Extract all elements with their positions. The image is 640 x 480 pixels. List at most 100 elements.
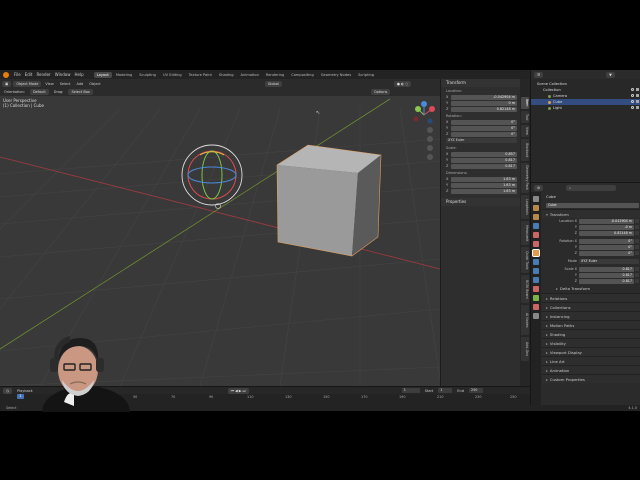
instancing-section-header[interactable]: Instancing: [542, 311, 640, 320]
tab-compositing[interactable]: Compositing: [288, 72, 317, 78]
transform-space-selector[interactable]: Global: [264, 80, 282, 87]
camera-render-icon[interactable]: [636, 88, 639, 91]
view-layer-tab-icon[interactable]: [533, 223, 539, 229]
cube-object[interactable]: [276, 144, 382, 257]
timeline-editor-type-button[interactable]: ◷: [3, 387, 13, 394]
data-tab-icon[interactable]: [533, 295, 539, 301]
properties-search-input[interactable]: ⌕: [566, 184, 617, 191]
tab-animation[interactable]: Animation: [238, 72, 262, 78]
start-frame-field[interactable]: 1: [438, 388, 453, 393]
frame-cursor[interactable]: 1: [17, 394, 24, 399]
outliner-filter-button[interactable]: ▼: [606, 71, 615, 78]
dimensions-z-field[interactable]: 1.63 m: [451, 188, 517, 194]
delta-transform-header[interactable]: Delta Transform: [542, 284, 640, 293]
eye-icon[interactable]: [631, 100, 634, 103]
lock-icon[interactable]: [635, 279, 639, 283]
world-tab-icon[interactable]: [533, 241, 539, 247]
prop-rotation-z-field[interactable]: 0°: [579, 250, 634, 256]
prop-scale-x-field[interactable]: 0.817: [579, 266, 634, 272]
tab-shading[interactable]: Shading: [216, 72, 237, 78]
prop-scale-y-field[interactable]: 0.817: [579, 272, 634, 278]
mode-selector[interactable]: Object Mode: [13, 80, 42, 87]
sidebar-tab-bgri-board[interactable]: BGRI Board: [521, 275, 529, 303]
current-frame-field[interactable]: 1: [401, 388, 420, 393]
prop-scale-z-field[interactable]: 0.817: [579, 278, 634, 284]
sidebar-tab-ai-nodes[interactable]: AI Nodes: [521, 305, 529, 335]
sidebar-tab-view[interactable]: View: [521, 125, 529, 137]
rotation-mode-dropdown[interactable]: XYZ Euler: [446, 138, 517, 143]
relations-section-header[interactable]: Relations: [542, 293, 640, 302]
viewport-menu-add[interactable]: Add: [75, 82, 86, 86]
render-tab-icon[interactable]: [533, 205, 539, 211]
visibility-section-header[interactable]: Visibility: [542, 338, 640, 347]
animation-section-header[interactable]: Animation: [542, 365, 640, 374]
motion-paths-section-header[interactable]: Motion Paths: [542, 320, 640, 329]
location-z-field[interactable]: 0.82148 m: [451, 106, 517, 112]
shading-section-header[interactable]: Shading: [542, 329, 640, 338]
menu-edit[interactable]: Edit: [23, 72, 35, 77]
line-art-section-header[interactable]: Line Art: [542, 356, 640, 365]
collections-section-header[interactable]: Collections: [542, 302, 640, 311]
viewport-menu-view[interactable]: View: [43, 82, 55, 86]
menu-help[interactable]: Help: [72, 72, 85, 77]
texture-tab-icon[interactable]: [533, 313, 539, 319]
tab-scripting[interactable]: Scripting: [355, 72, 377, 78]
menu-render[interactable]: Render: [34, 72, 52, 77]
tab-geometry-nodes[interactable]: Geometry Nodes: [318, 72, 354, 78]
outliner-editor-type-button[interactable]: ☰: [534, 71, 544, 78]
rotation-z-field[interactable]: 0°: [451, 131, 517, 137]
rotation-y-field[interactable]: 0°: [451, 125, 517, 131]
eye-icon[interactable]: [631, 88, 634, 91]
prop-location-y-field[interactable]: -0 m: [579, 224, 634, 230]
custom-properties-section-header[interactable]: Custom Properties: [542, 374, 640, 383]
dimensions-x-field[interactable]: 1.63 m: [451, 176, 517, 182]
scene-tab-icon[interactable]: [533, 232, 539, 238]
viewport-shading-buttons[interactable]: ● ◐ ○: [393, 80, 412, 87]
outliner-row-light[interactable]: Light: [531, 105, 640, 111]
end-frame-field[interactable]: 250: [468, 388, 483, 393]
prop-location-x-field[interactable]: -0.042904 m: [579, 218, 634, 224]
constraints-tab-icon[interactable]: [533, 286, 539, 292]
tab-modeling[interactable]: Modeling: [113, 72, 135, 78]
navigation-gizmo[interactable]: [413, 101, 436, 124]
sidebar-tab-looptools[interactable]: Looptools: [521, 195, 529, 219]
location-x-field[interactable]: -0.042904 m: [451, 94, 517, 100]
transform-section-header[interactable]: Transform: [542, 209, 640, 218]
output-tab-icon[interactable]: [533, 214, 539, 220]
viewport-display-section-header[interactable]: Viewport Display: [542, 347, 640, 356]
prop-rotation-mode-dropdown[interactable]: XYZ Euler: [579, 258, 639, 264]
playback-controls[interactable]: ⏮ ◀ ▶ ⏭: [227, 387, 249, 394]
particles-tab-icon[interactable]: [533, 268, 539, 274]
sidebar-tab-quick-tools[interactable]: Quick Tools: [521, 247, 529, 273]
menu-window[interactable]: Window: [53, 72, 73, 77]
properties-editor-type-button[interactable]: ⚙: [534, 184, 544, 191]
sidebar-tab-blockout[interactable]: Blockout: [521, 139, 529, 161]
object-tab-icon[interactable]: [532, 249, 540, 257]
orientation-selector[interactable]: Default: [29, 89, 49, 95]
camera-render-icon[interactable]: [636, 94, 639, 97]
sidebar-tab-tool[interactable]: Tool: [521, 111, 529, 123]
physics-tab-icon[interactable]: [533, 277, 539, 283]
object-name-field[interactable]: Cube: [546, 202, 639, 208]
sidebar-tab-geometry-pack[interactable]: Geometry Pack: [521, 163, 529, 193]
dimensions-y-field[interactable]: 1.63 m: [451, 182, 517, 188]
viewport-nav-buttons[interactable]: [427, 127, 433, 160]
npanel-properties-header[interactable]: Properties: [441, 198, 520, 206]
playback-menu[interactable]: Playback: [15, 389, 35, 393]
tab-layout[interactable]: Layout: [93, 71, 112, 78]
options-dropdown[interactable]: Options: [370, 89, 391, 95]
scale-y-field[interactable]: 0.817: [451, 157, 517, 163]
sidebar-tab-item[interactable]: Item: [521, 97, 529, 109]
lock-icon[interactable]: [635, 251, 639, 255]
location-y-field[interactable]: 0 m: [451, 100, 517, 106]
sidebar-tab-measureit[interactable]: MeasureIt: [521, 221, 529, 245]
editor-type-button[interactable]: ▣: [2, 80, 12, 87]
eye-icon[interactable]: [631, 106, 634, 109]
camera-render-icon[interactable]: [636, 106, 639, 109]
tab-sculpting[interactable]: Sculpting: [136, 72, 159, 78]
drag-selector[interactable]: Select Box: [68, 89, 93, 95]
lock-icon[interactable]: [635, 231, 639, 235]
lock-icon[interactable]: [635, 267, 639, 271]
lock-icon[interactable]: [635, 219, 639, 223]
material-tab-icon[interactable]: [533, 304, 539, 310]
